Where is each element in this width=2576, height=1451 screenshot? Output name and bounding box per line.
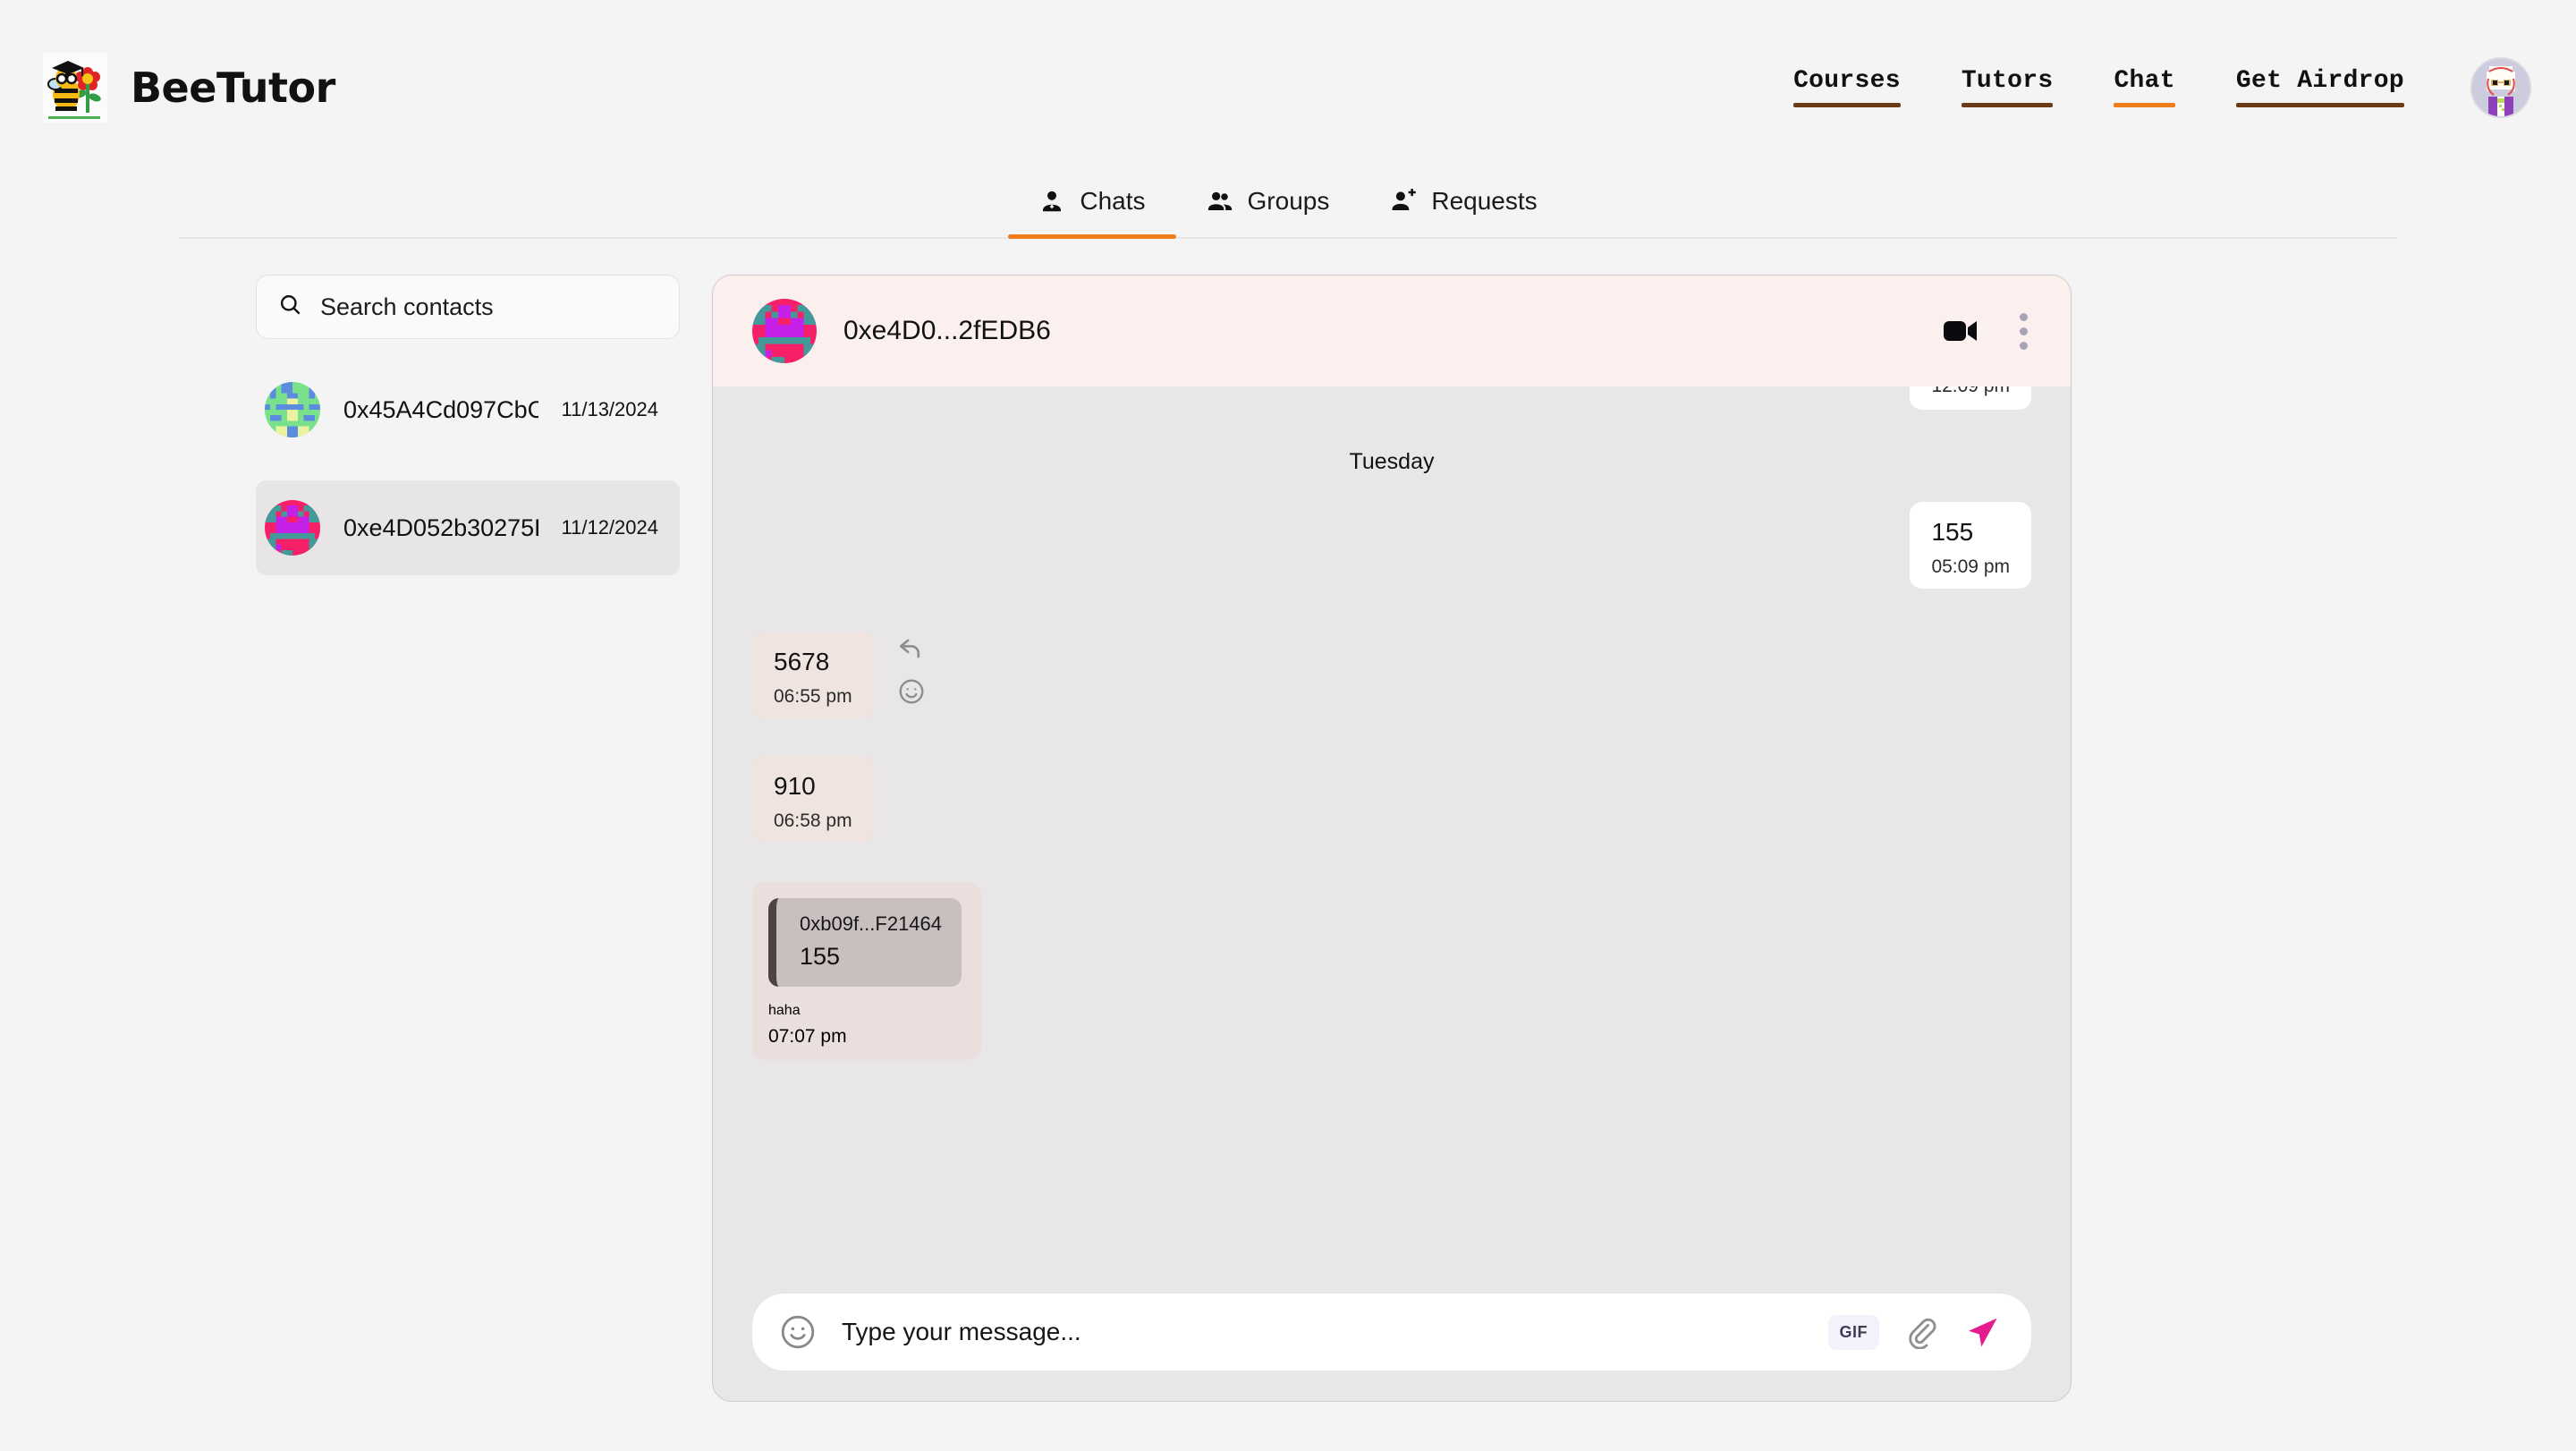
tab-groups[interactable]: Groups — [1176, 174, 1360, 237]
nav-underline — [1793, 103, 1901, 107]
nav-link-get-airdrop-label: Get Airdrop — [2235, 67, 2404, 95]
message-bubble-outgoing-clipped[interactable]: 12:09 pm — [1910, 386, 2031, 410]
message-time: 06:58 pm — [774, 810, 852, 831]
identicon-pink-icon — [265, 500, 320, 556]
brand[interactable]: BeeTutor — [43, 52, 335, 123]
message-composer: Type your message... GIF — [713, 1294, 2071, 1401]
identicon-green-icon — [265, 382, 320, 437]
contact-date: 11/13/2024 — [561, 398, 658, 420]
search-contacts-input[interactable]: Search contacts — [256, 275, 680, 339]
tab-requests[interactable]: Requests — [1360, 174, 1567, 237]
reply-icon[interactable] — [897, 637, 926, 665]
chat-tabs: Chats Groups Requests — [179, 174, 2397, 239]
quoted-text: 155 — [800, 943, 841, 970]
nav-link-tutors-label: Tutors — [1961, 67, 2054, 95]
message-bubble-incoming[interactable]: 5678 06:55 pm — [752, 632, 874, 718]
tab-active-underline — [1008, 234, 1176, 239]
message-input-placeholder[interactable]: Type your message... — [842, 1318, 1803, 1346]
people-icon — [1207, 188, 1233, 215]
day-separator: Tuesday — [1349, 449, 1435, 474]
chat-header-actions — [1943, 310, 2031, 353]
message-row: 12:09 pm — [752, 386, 2031, 410]
paperclip-icon[interactable] — [1904, 1315, 1938, 1349]
contact-list-item[interactable]: 0x45A4Cd097CbC1e485320f28d... 11/13/2024 — [256, 362, 680, 457]
more-vertical-icon[interactable] — [2016, 310, 2031, 353]
chat-panel: 0xe4D0...2fEDB6 12:09 pm — [712, 275, 2072, 1402]
nav-underline — [1961, 103, 2054, 107]
chat-messages[interactable]: 12:09 pm Tuesday 155 05:09 pm 5678 06:55… — [713, 386, 2071, 1294]
nav-link-courses-label: Courses — [1793, 67, 1901, 95]
contact-name: 0x45A4Cd097CbC1e485320f28d... — [343, 395, 538, 423]
chat-title: 0xe4D0...2fEDB6 — [843, 316, 1051, 345]
message-row: 155 05:09 pm — [752, 502, 2031, 589]
send-icon[interactable] — [1963, 1313, 2001, 1351]
search-placeholder: Search contacts — [320, 293, 494, 320]
nav-link-tutors[interactable]: Tutors — [1931, 67, 2084, 107]
message-bubble-incoming-reply[interactable]: 0xb09f...F21464 155 haha 07:07 pm — [752, 882, 982, 1060]
message-bubble-incoming[interactable]: 910 06:58 pm — [752, 756, 874, 843]
video-camera-icon[interactable] — [1943, 318, 1979, 344]
person-add-icon — [1038, 188, 1065, 215]
main-nav: Courses Tutors Chat Get Airdrop — [1763, 56, 2531, 118]
nav-link-get-airdrop[interactable]: Get Airdrop — [2206, 67, 2435, 107]
person-plus-icon — [1390, 188, 1417, 215]
message-time: 05:09 pm — [1931, 556, 2010, 577]
tab-underline — [1360, 234, 1567, 239]
emoji-icon[interactable] — [897, 677, 926, 710]
message-row: 0xb09f...F21464 155 haha 07:07 pm — [752, 882, 2031, 1060]
quoted-sender: 0xb09f...F21464 — [800, 912, 943, 935]
main-content: Search contacts 0x45A4Cd097CbC 11/13/202… — [0, 239, 2576, 1444]
search-icon — [278, 293, 302, 321]
message-hover-actions — [897, 632, 926, 710]
contact-date: 11/12/2024 — [561, 516, 658, 539]
contact-name: 0xe4D052b30275E382e4A2F4c6... — [343, 513, 538, 541]
tab-requests-label: Requests — [1431, 187, 1538, 215]
gif-button[interactable]: GIF — [1827, 1314, 1879, 1350]
tab-chats-label: Chats — [1080, 187, 1146, 215]
message-text: haha — [768, 1003, 801, 1018]
message-text: 155 — [1931, 518, 1974, 546]
tab-chats[interactable]: Chats — [1008, 174, 1176, 239]
message-text: 5678 — [774, 648, 830, 675]
message-row: 910 06:58 pm — [752, 756, 2031, 843]
message-input-bar[interactable]: Type your message... GIF — [752, 1294, 2031, 1370]
message-time: 06:55 pm — [774, 686, 852, 707]
smiley-icon[interactable] — [779, 1313, 817, 1351]
nav-underline — [2235, 103, 2404, 107]
top-navigation-bar: BeeTutor Courses Tutors Chat Get Airdrop — [0, 0, 2576, 174]
contact-list-item[interactable]: 0xe4D052b30275E382e4A2F4c6... 11/12/2024 — [256, 480, 680, 575]
message-text: 910 — [774, 772, 816, 800]
quoted-message[interactable]: 0xb09f...F21464 155 — [768, 898, 962, 987]
tab-underline — [1176, 234, 1360, 239]
nav-link-courses[interactable]: Courses — [1763, 67, 1931, 107]
message-time: 12:09 pm — [1931, 386, 2010, 397]
contacts-sidebar: Search contacts 0x45A4Cd097CbC 11/13/202… — [0, 275, 680, 1444]
message-bubble-outgoing[interactable]: 155 05:09 pm — [1910, 502, 2031, 589]
nav-link-chat[interactable]: Chat — [2083, 67, 2205, 107]
user-avatar-pixel-icon[interactable] — [2470, 56, 2531, 118]
brand-name: BeeTutor — [131, 63, 335, 112]
tab-groups-label: Groups — [1247, 187, 1330, 215]
nav-underline-active — [2114, 103, 2175, 107]
nav-link-chat-label: Chat — [2114, 67, 2175, 95]
message-row: 5678 06:55 pm — [752, 632, 2031, 718]
identicon-pink-icon — [752, 299, 817, 363]
chat-header: 0xe4D0...2fEDB6 — [713, 276, 2071, 386]
bee-graduate-flower-logo-icon — [43, 52, 107, 123]
message-time: 07:07 pm — [768, 1026, 847, 1047]
